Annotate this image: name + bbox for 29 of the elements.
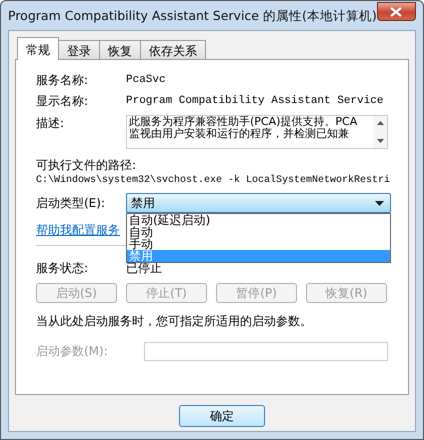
close-button[interactable] [376,2,416,21]
tab[interactable]: 常规 [17,37,59,60]
path-text: C:\Windows\system32\svchost.exe -k LocalSystemNetworkRestri [36,174,388,188]
tab[interactable]: 依存关系 [140,40,206,59]
caret-icon [375,200,384,206]
scroll-down-icon [376,139,384,143]
startup-type-dropdown[interactable]: 禁用 [126,193,391,214]
field-label: 服务名称: [36,72,90,89]
scroll-up-icon [376,121,384,125]
field-label: 描述: [36,115,66,132]
ok-button[interactable]: 确定 [179,405,265,427]
window-title: Program Compatibility Assistant Service 的属性(本地计算机) [8,6,377,24]
field-label: 可执行文件的路径: [36,157,136,174]
description-box[interactable]: 此服务为程序兼容性助手(PCA)提供支持。PCA 监视由用户安装和运行的程序，并检测已知兼 [126,115,388,149]
field-label: 启动类型(E): [36,194,106,212]
dropdown-option[interactable]: 手动 [127,238,390,250]
status-value: 已停止 [126,260,162,276]
close-icon [390,6,402,16]
dropdown-option[interactable]: 自动(延迟启动) [127,214,390,226]
field-label: 服务状态: [36,260,90,276]
field-value: PcaSvc [126,72,166,88]
field-label: 启动参数(M): [36,343,109,360]
scrollbar[interactable] [373,116,387,148]
hint-text: 当从此处启动服务时，您可指定所适用的启动参数。 [36,312,313,330]
field-value: Program Compatibility Assistant Service [126,94,384,109]
field-label: 显示名称: [36,93,90,110]
dropdown-option[interactable]: 自动 [127,226,390,238]
tab[interactable]: 登录 [58,40,100,59]
tab[interactable]: 恢复 [99,40,141,59]
